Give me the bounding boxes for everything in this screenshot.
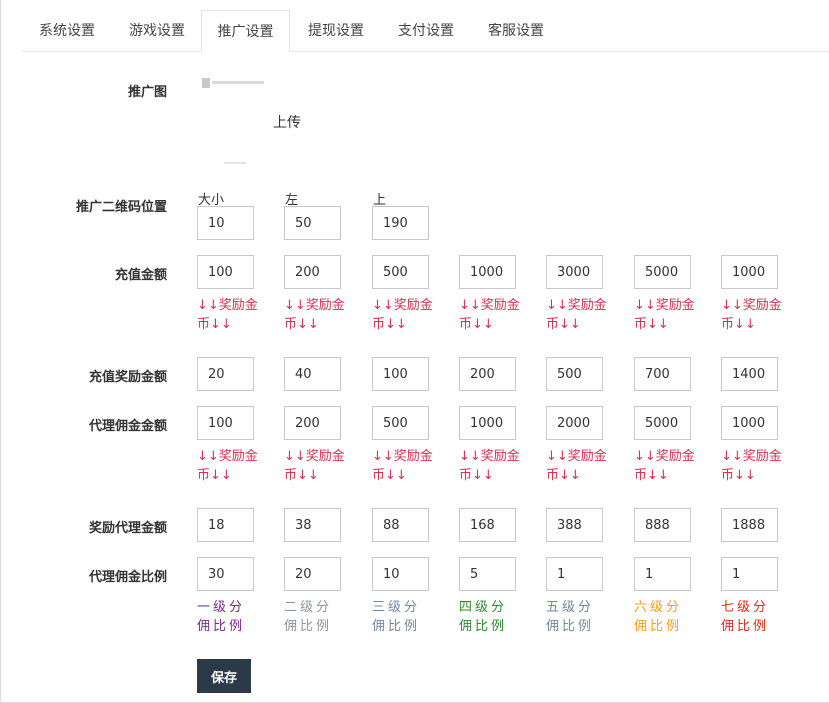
- agent-commission-amount-input[interactable]: [721, 406, 778, 440]
- commission-level-4-label: 四级分佣比例: [459, 600, 508, 634]
- commission-ratio-label: 代理佣金比例: [88, 570, 167, 585]
- agent-commission-amount-input[interactable]: [634, 406, 691, 440]
- agent-reward-input[interactable]: [459, 508, 516, 542]
- recharge-reward-input[interactable]: [546, 357, 603, 391]
- recharge-reward-input[interactable]: [721, 357, 778, 391]
- agent-commission-amount-input[interactable]: [459, 406, 516, 440]
- upload-button[interactable]: 上传: [273, 112, 301, 132]
- qr-size-input[interactable]: [197, 206, 254, 240]
- commission-ratio-input[interactable]: [372, 557, 429, 591]
- agent-reward-input[interactable]: [372, 508, 429, 542]
- recharge-amount-input[interactable]: [284, 255, 341, 289]
- settings-panel: 系统设置 游戏设置 推广设置 提现设置 支付设置 客服设置 推广图 上传 推广二…: [0, 0, 829, 703]
- commission-ratio-input[interactable]: [546, 557, 603, 591]
- reward-coins-hint: ↓↓奖励金币↓↓: [721, 449, 782, 483]
- agent-reward-input[interactable]: [721, 508, 778, 542]
- reward-coins-hint: ↓↓奖励金币↓↓: [372, 298, 433, 332]
- reward-coins-hint: ↓↓奖励金币↓↓: [284, 449, 345, 483]
- panel-left-border: [0, 0, 1, 703]
- agent-reward-label: 奖励代理金额: [88, 521, 167, 536]
- reward-coins-hint: ↓↓奖励金币↓↓: [721, 298, 782, 332]
- recharge-amount-label: 充值金额: [114, 268, 167, 283]
- commission-level-1-label: 一级分佣比例: [197, 600, 246, 634]
- agent-reward-input[interactable]: [546, 508, 603, 542]
- agent-commission-amount-input[interactable]: [284, 406, 341, 440]
- reward-coins-hint: ↓↓奖励金币↓↓: [634, 298, 695, 332]
- reward-coins-hint: ↓↓奖励金币↓↓: [459, 298, 520, 332]
- commission-level-3-label: 三级分佣比例: [372, 600, 421, 634]
- recharge-amount-input[interactable]: [197, 255, 254, 289]
- reward-coins-hint: ↓↓奖励金币↓↓: [459, 449, 520, 483]
- agent-commission-amount-input[interactable]: [197, 406, 254, 440]
- tab-bar: 系统设置 游戏设置 推广设置 提现设置 支付设置 客服设置: [22, 10, 829, 52]
- commission-level-6-label: 六级分佣比例: [634, 600, 683, 634]
- commission-ratio-input[interactable]: [634, 557, 691, 591]
- tab-system-settings[interactable]: 系统设置: [22, 10, 112, 51]
- tab-promotion-settings[interactable]: 推广设置: [201, 10, 290, 52]
- reward-coins-hint: ↓↓奖励金币↓↓: [372, 449, 433, 483]
- recharge-amount-input[interactable]: [372, 255, 429, 289]
- reward-coins-hint: ↓↓奖励金币↓↓: [634, 449, 695, 483]
- recharge-amount-input[interactable]: [546, 255, 603, 289]
- reward-coins-hint: ↓↓奖励金币↓↓: [197, 449, 258, 483]
- recharge-reward-input[interactable]: [284, 357, 341, 391]
- reward-coins-hint: ↓↓奖励金币↓↓: [546, 449, 607, 483]
- qr-position-label: 推广二维码位置: [75, 200, 167, 215]
- reward-coins-hint: ↓↓奖励金币↓↓: [546, 298, 607, 332]
- recharge-reward-input[interactable]: [459, 357, 516, 391]
- tab-customer-service-settings[interactable]: 客服设置: [471, 10, 561, 51]
- agent-reward-input[interactable]: [284, 508, 341, 542]
- recharge-amount-input[interactable]: [634, 255, 691, 289]
- tab-withdrawal-settings[interactable]: 提现设置: [291, 10, 381, 51]
- recharge-amount-input[interactable]: [721, 255, 778, 289]
- reward-coins-hint: ↓↓奖励金币↓↓: [284, 298, 345, 332]
- recharge-reward-input[interactable]: [634, 357, 691, 391]
- commission-ratio-input[interactable]: [284, 557, 341, 591]
- qr-left-input[interactable]: [284, 206, 341, 240]
- commission-level-7-label: 七级分佣比例: [721, 600, 770, 634]
- agent-commission-amount-input[interactable]: [372, 406, 429, 440]
- recharge-reward-label: 充值奖励金额: [88, 370, 167, 385]
- commission-ratio-input[interactable]: [721, 557, 778, 591]
- commission-ratio-input[interactable]: [459, 557, 516, 591]
- commission-level-2-label: 二级分佣比例: [284, 600, 333, 634]
- tab-payment-settings[interactable]: 支付设置: [381, 10, 471, 51]
- reward-coins-hint: ↓↓奖励金币↓↓: [197, 298, 258, 332]
- save-button[interactable]: 保存: [197, 659, 251, 693]
- agent-commission-amount-label: 代理佣金金额: [88, 419, 167, 434]
- promo-image-thumbnail: [200, 74, 270, 170]
- commission-ratio-input[interactable]: [197, 557, 254, 591]
- recharge-reward-input[interactable]: [197, 357, 254, 391]
- agent-reward-input[interactable]: [197, 508, 254, 542]
- promo-image-label: 推广图: [127, 85, 167, 100]
- qr-top-input[interactable]: [372, 206, 429, 240]
- tab-game-settings[interactable]: 游戏设置: [112, 10, 202, 51]
- recharge-amount-input[interactable]: [459, 255, 516, 289]
- tabs-divider: [22, 51, 829, 52]
- agent-reward-input[interactable]: [634, 508, 691, 542]
- agent-commission-amount-input[interactable]: [546, 406, 603, 440]
- recharge-reward-input[interactable]: [372, 357, 429, 391]
- commission-level-5-label: 五级分佣比例: [546, 600, 595, 634]
